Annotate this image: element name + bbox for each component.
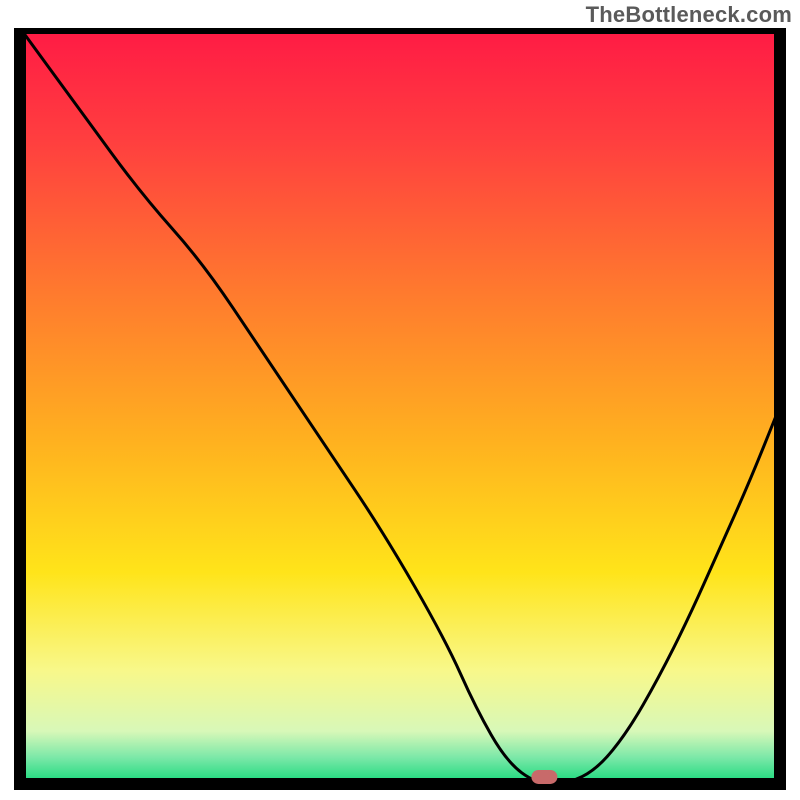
- chart-container: TheBottleneck.com: [0, 0, 800, 800]
- watermark-text: TheBottleneck.com: [586, 2, 792, 28]
- chart-svg: [14, 28, 786, 790]
- gradient-background: [20, 28, 780, 784]
- optimum-marker: [531, 770, 557, 784]
